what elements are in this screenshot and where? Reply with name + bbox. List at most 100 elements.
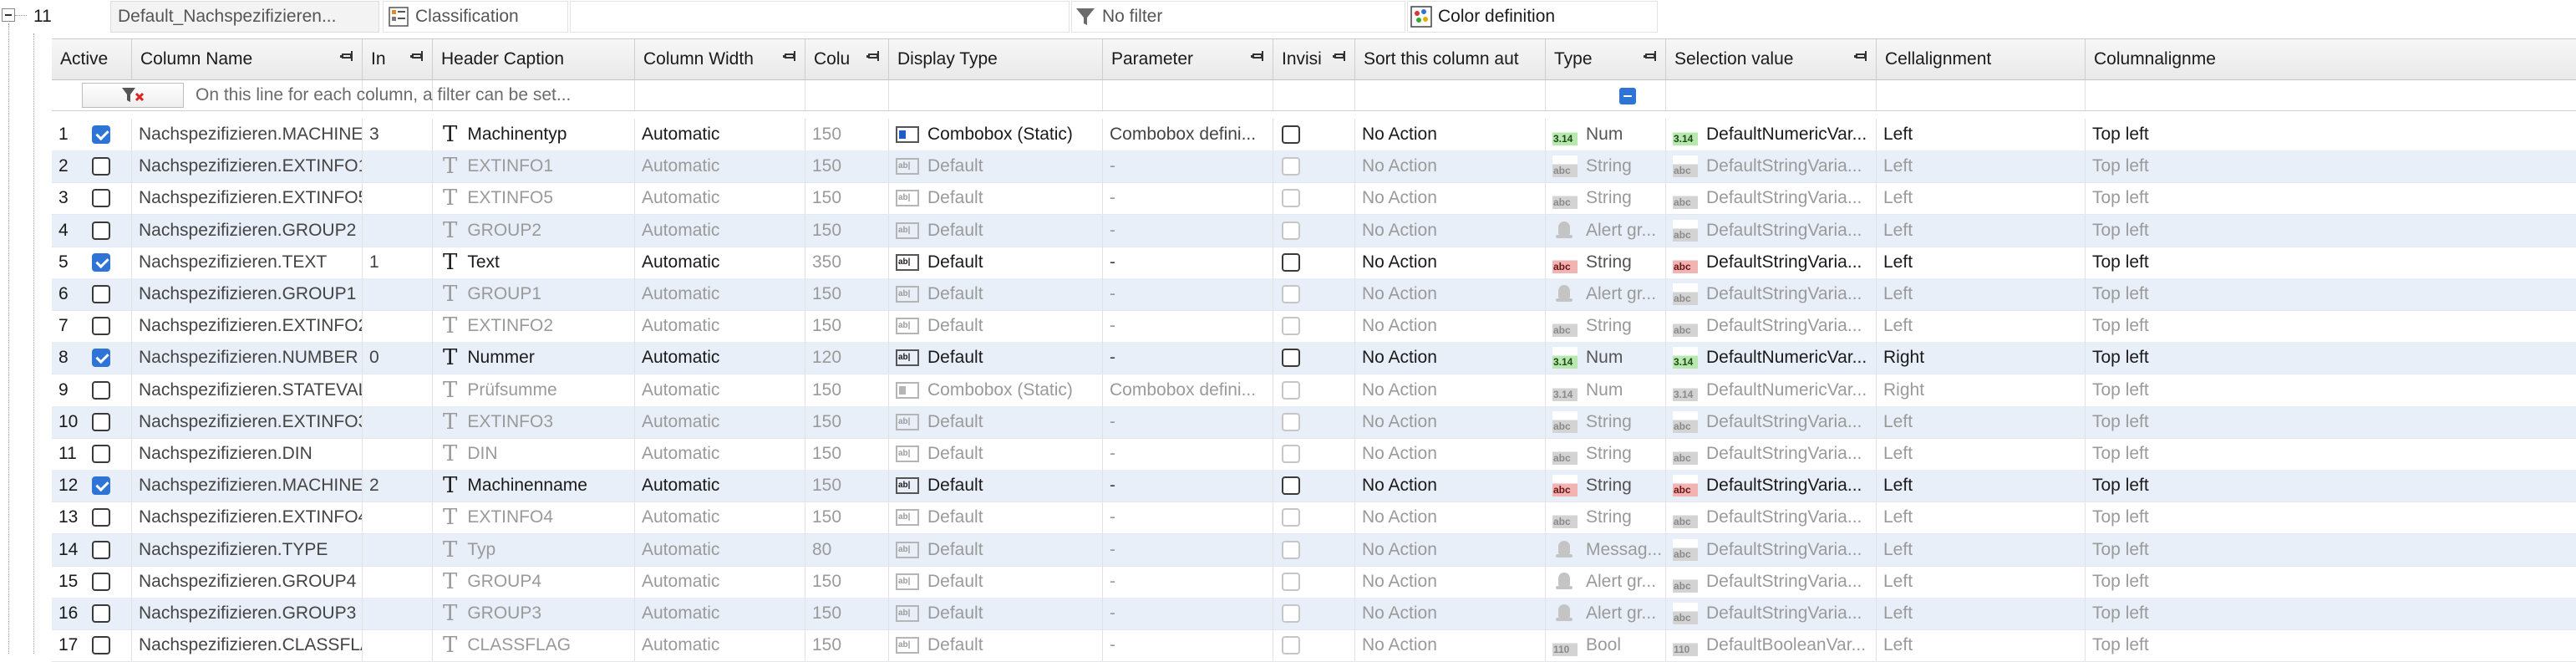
header-caption-cell[interactable]: T GROUP2	[433, 214, 635, 247]
invisible-checkbox[interactable]	[1282, 221, 1300, 240]
display-type-cell[interactable]: ab| Default	[889, 533, 1103, 566]
display-type-cell[interactable]: ab| Default	[889, 629, 1103, 662]
invisible-cell[interactable]	[1273, 150, 1355, 183]
color-definition-button[interactable]: Color definition	[1407, 1, 1658, 33]
column-name-cell[interactable]: Nachspezifizieren.DIN	[132, 438, 363, 470]
column-name-cell[interactable]: Nachspezifizieren.GROUP2	[132, 214, 363, 247]
active-cell[interactable]: 9	[52, 374, 132, 406]
column-width-cell[interactable]: Automatic	[635, 278, 805, 310]
column-name-cell[interactable]: Nachspezifizieren.GROUP1	[132, 278, 363, 310]
selection-value-cell[interactable]: abc DefaultStringVaria...	[1666, 533, 1877, 566]
index-cell[interactable]	[363, 565, 433, 598]
active-checkbox[interactable]	[92, 189, 110, 208]
parameter-cell[interactable]: -	[1103, 405, 1273, 438]
type-cell[interactable]: abc String	[1546, 470, 1666, 502]
column-alignment-cell[interactable]: Top left	[2086, 534, 2576, 566]
filter-cell-sort[interactable]	[1355, 80, 1546, 110]
column-alignment-cell[interactable]: Top left	[2086, 502, 2576, 533]
parameter-cell[interactable]: -	[1103, 438, 1273, 470]
column-pixel-width-cell[interactable]: 150	[805, 598, 889, 629]
index-cell[interactable]	[363, 438, 433, 470]
column-alignment-cell[interactable]: Top left	[2086, 247, 2576, 278]
index-cell[interactable]: 2	[363, 470, 433, 502]
parameter-cell[interactable]: -	[1103, 150, 1273, 183]
column-header-width[interactable]: Column Width	[635, 39, 805, 79]
active-checkbox[interactable]	[92, 221, 110, 240]
selection-value-cell[interactable]: abc DefaultStringVaria...	[1666, 502, 1877, 534]
filter-cell-colalign[interactable]	[2086, 80, 2576, 110]
table-row[interactable]: 14 Nachspezifizieren.TYPE T Typ Automatic 80 a…	[52, 533, 2576, 567]
header-caption-cell[interactable]: T Typ	[433, 533, 635, 566]
filter-cell-param[interactable]	[1103, 80, 1273, 110]
display-type-cell[interactable]: ab| Default	[889, 405, 1103, 438]
pin-icon[interactable]	[1251, 51, 1266, 66]
index-cell[interactable]	[363, 150, 433, 183]
type-cell[interactable]: 3.14 Num	[1546, 342, 1666, 374]
column-alignment-cell[interactable]: Top left	[2086, 278, 2576, 310]
filter-cell-type[interactable]	[1546, 80, 1666, 110]
active-cell[interactable]: 6	[52, 278, 132, 310]
column-width-cell[interactable]: Automatic	[635, 246, 805, 278]
parameter-cell[interactable]: Combobox defini...	[1103, 374, 1273, 406]
active-cell[interactable]: 16	[52, 598, 132, 629]
parameter-cell[interactable]: -	[1103, 533, 1273, 566]
display-type-cell[interactable]: ab| Default	[889, 342, 1103, 374]
column-pixel-width-cell[interactable]: 80	[805, 533, 889, 566]
column-name-cell[interactable]: Nachspezifizieren.TEXT	[132, 246, 363, 278]
display-type-cell[interactable]: ab| Default	[889, 278, 1103, 310]
sort-cell[interactable]: No Action	[1355, 342, 1546, 374]
column-header-selection[interactable]: Selection value	[1666, 39, 1877, 79]
cell-alignment-cell[interactable]: Left	[1877, 182, 2086, 215]
cell-alignment-cell[interactable]: Left	[1877, 150, 2086, 183]
filter-cell-invis[interactable]	[1273, 80, 1355, 110]
table-row[interactable]: 3 Nachspezifizieren.EXTINFO5 T EXTINFO5 Auto…	[52, 182, 2576, 216]
index-cell[interactable]	[363, 629, 433, 662]
pin-icon[interactable]	[1333, 51, 1348, 66]
active-cell[interactable]: 13	[52, 502, 132, 534]
display-type-cell[interactable]: ab| Default	[889, 150, 1103, 183]
invisible-checkbox[interactable]	[1282, 285, 1300, 303]
column-alignment-cell[interactable]: Top left	[2086, 406, 2576, 438]
active-checkbox[interactable]	[92, 604, 110, 623]
column-width-cell[interactable]: Automatic	[635, 502, 805, 534]
sort-cell[interactable]: No Action	[1355, 598, 1546, 629]
column-width-cell[interactable]: Automatic	[635, 119, 805, 150]
column-pixel-width-cell[interactable]: 150	[805, 278, 889, 310]
table-row[interactable]: 10 Nachspezifizieren.EXTINFO3 T EXTINFO3 Aut…	[52, 405, 2576, 439]
pin-icon[interactable]	[1854, 51, 1869, 66]
parameter-cell[interactable]: -	[1103, 182, 1273, 215]
invisible-cell[interactable]	[1273, 278, 1355, 310]
sort-cell[interactable]: No Action	[1355, 246, 1546, 278]
selection-value-cell[interactable]: 3.14 DefaultNumericVar...	[1666, 374, 1877, 406]
active-checkbox[interactable]	[92, 508, 110, 527]
type-cell[interactable]: abc String	[1546, 150, 1666, 183]
invisible-checkbox[interactable]	[1282, 508, 1300, 527]
invisible-filter-toggle[interactable]	[1619, 88, 1636, 104]
pin-icon[interactable]	[1644, 51, 1659, 66]
cell-alignment-cell[interactable]: Left	[1877, 119, 2086, 150]
cell-alignment-cell[interactable]: Left	[1877, 598, 2086, 629]
invisible-cell[interactable]	[1273, 310, 1355, 343]
active-checkbox[interactable]	[92, 476, 110, 496]
display-type-cell[interactable]: ab| Default	[889, 470, 1103, 502]
invisible-cell[interactable]	[1273, 342, 1355, 374]
column-pixel-width-cell[interactable]: 150	[805, 405, 889, 438]
column-width-cell[interactable]: Automatic	[635, 405, 805, 438]
selection-value-cell[interactable]: abc DefaultStringVaria...	[1666, 214, 1877, 247]
table-row[interactable]: 15 Nachspezifizieren.GROUP4 T GROUP4 Automat…	[52, 565, 2576, 598]
column-name-cell[interactable]: Nachspezifizieren.EXTINFO1	[132, 150, 363, 183]
invisible-cell[interactable]	[1273, 119, 1355, 150]
column-pixel-width-cell[interactable]: 150	[805, 119, 889, 150]
parameter-cell[interactable]: -	[1103, 310, 1273, 343]
index-cell[interactable]	[363, 502, 433, 534]
type-cell[interactable]: abc String	[1546, 246, 1666, 278]
column-pixel-width-cell[interactable]: 150	[805, 182, 889, 215]
column-alignment-cell[interactable]: Top left	[2086, 342, 2576, 374]
selection-value-cell[interactable]: abc DefaultStringVaria...	[1666, 598, 1877, 629]
active-cell[interactable]: 8	[52, 342, 132, 374]
invisible-checkbox[interactable]	[1282, 349, 1300, 368]
column-name-cell[interactable]: Nachspezifizieren.EXTINFO4	[132, 502, 363, 534]
active-checkbox[interactable]	[92, 125, 110, 144]
header-caption-cell[interactable]: T EXTINFO4	[433, 502, 635, 534]
cell-alignment-cell[interactable]: Left	[1877, 533, 2086, 566]
